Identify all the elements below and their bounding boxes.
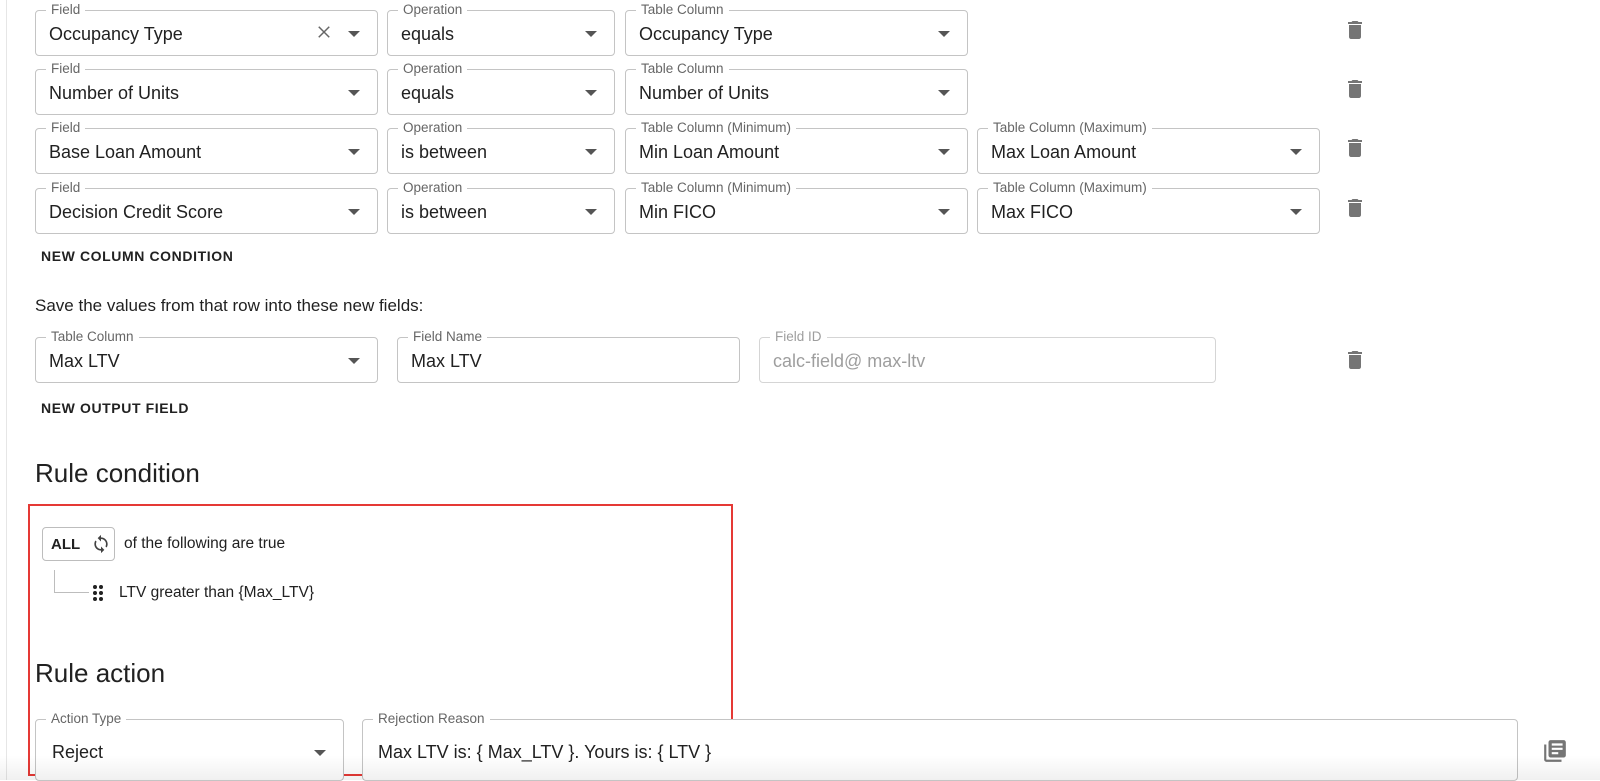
condition-4-field-select[interactable]: Field Decision Credit Score xyxy=(35,180,378,234)
column-max-value: Max FICO xyxy=(991,202,1074,222)
condition-item[interactable]: LTV greater than {Max_LTV} xyxy=(119,584,314,602)
chevron-down-icon[interactable] xyxy=(938,90,950,96)
operation-value: equals xyxy=(401,24,455,44)
operation-value: is between xyxy=(401,202,488,222)
condition-1-operation-select[interactable]: Operation equals xyxy=(387,2,615,56)
column-value: Number of Units xyxy=(639,83,770,103)
operation-label: Operation xyxy=(398,180,468,196)
chevron-down-icon[interactable] xyxy=(938,209,950,215)
chevron-down-icon[interactable] xyxy=(1290,209,1302,215)
operation-label: Operation xyxy=(398,120,468,136)
condition-3-column-max-select[interactable]: Table Column (Maximum) Max Loan Amount xyxy=(977,120,1320,174)
output-column-select[interactable]: Table Column Max LTV xyxy=(35,329,378,383)
column-value: Occupancy Type xyxy=(639,24,773,44)
column-max-label: Table Column (Maximum) xyxy=(988,120,1152,136)
condition-2-operation-select[interactable]: Operation equals xyxy=(387,61,615,115)
page-left-edge xyxy=(6,0,7,780)
column-min-value: Min Loan Amount xyxy=(639,142,780,162)
condition-4-operation-select[interactable]: Operation is between xyxy=(387,180,615,234)
field-value: Decision Credit Score xyxy=(49,202,224,222)
condition-4-column-min-select[interactable]: Table Column (Minimum) Min FICO xyxy=(625,180,968,234)
condition-4-column-max-select[interactable]: Table Column (Maximum) Max FICO xyxy=(977,180,1320,234)
chevron-down-icon[interactable] xyxy=(938,31,950,37)
field-id-value: calc-field@ max-ltv xyxy=(773,351,926,371)
condition-1-column-select[interactable]: Table Column Occupancy Type xyxy=(625,2,968,56)
condition-2-field-select[interactable]: Field Number of Units xyxy=(35,61,378,115)
output-field-id-input: Field ID calc-field@ max-ltv xyxy=(759,329,1216,383)
column-label: Table Column xyxy=(636,61,729,77)
tree-connector xyxy=(54,570,89,593)
all-toggle-button[interactable]: ALL xyxy=(42,527,115,561)
condition-3-operation-select[interactable]: Operation is between xyxy=(387,120,615,174)
field-name-label: Field Name xyxy=(408,329,488,345)
delete-icon[interactable] xyxy=(1343,136,1367,160)
clear-icon[interactable] xyxy=(315,23,333,41)
condition-3-field-select[interactable]: Field Base Loan Amount xyxy=(35,120,378,174)
chevron-down-icon[interactable] xyxy=(348,31,360,37)
chevron-down-icon[interactable] xyxy=(348,358,360,364)
delete-icon[interactable] xyxy=(1343,196,1367,220)
rejection-reason-label: Rejection Reason xyxy=(373,711,490,727)
sync-icon xyxy=(94,534,108,554)
column-min-label: Table Column (Minimum) xyxy=(636,180,797,196)
field-label: Field xyxy=(46,61,86,77)
chevron-down-icon[interactable] xyxy=(585,209,597,215)
delete-icon[interactable] xyxy=(1343,77,1367,101)
column-min-value: Min FICO xyxy=(639,202,717,222)
save-values-text: Save the values from that row into these… xyxy=(35,296,424,315)
condition-3-column-min-select[interactable]: Table Column (Minimum) Min Loan Amount xyxy=(625,120,968,174)
operation-value: equals xyxy=(401,83,455,103)
column-max-value: Max Loan Amount xyxy=(991,142,1137,162)
field-id-label: Field ID xyxy=(770,329,827,345)
chevron-down-icon[interactable] xyxy=(348,90,360,96)
action-type-label: Action Type xyxy=(46,711,127,727)
chevron-down-icon[interactable] xyxy=(585,90,597,96)
rule-action-title: Rule action xyxy=(35,658,166,688)
chevron-down-icon[interactable] xyxy=(1290,149,1302,155)
chevron-down-icon[interactable] xyxy=(348,209,360,215)
delete-icon[interactable] xyxy=(1343,348,1367,372)
condition-2-column-select[interactable]: Table Column Number of Units xyxy=(625,61,968,115)
field-value: Base Loan Amount xyxy=(49,142,202,162)
field-label: Field xyxy=(46,2,86,18)
field-value: Occupancy Type xyxy=(49,24,183,44)
bottom-shadow xyxy=(0,755,1600,780)
chevron-down-icon[interactable] xyxy=(585,31,597,37)
delete-icon[interactable] xyxy=(1343,18,1367,42)
column-max-label: Table Column (Maximum) xyxy=(988,180,1152,196)
column-label: Table Column xyxy=(46,329,139,345)
chevron-down-icon[interactable] xyxy=(938,149,950,155)
output-field-name-input[interactable]: Field Name Max LTV xyxy=(397,329,740,383)
new-output-field-button[interactable]: NEW OUTPUT FIELD xyxy=(41,400,189,416)
all-toggle-label: ALL xyxy=(51,536,81,553)
chevron-down-icon[interactable] xyxy=(348,149,360,155)
condition-suffix-text: of the following are true xyxy=(124,535,286,552)
column-value: Max LTV xyxy=(49,351,120,371)
operation-label: Operation xyxy=(398,2,468,18)
operation-label: Operation xyxy=(398,61,468,77)
chevron-down-icon[interactable] xyxy=(585,149,597,155)
condition-1-field-select[interactable]: Field Occupancy Type xyxy=(35,2,378,56)
field-name-value: Max LTV xyxy=(411,351,482,371)
drag-handle-icon[interactable] xyxy=(91,584,105,602)
rule-condition-title: Rule condition xyxy=(35,458,200,488)
operation-value: is between xyxy=(401,142,488,162)
field-label: Field xyxy=(46,180,86,196)
column-min-label: Table Column (Minimum) xyxy=(636,120,797,136)
field-value: Number of Units xyxy=(49,83,180,103)
field-label: Field xyxy=(46,120,86,136)
column-label: Table Column xyxy=(636,2,729,18)
new-column-condition-button[interactable]: NEW COLUMN CONDITION xyxy=(41,248,233,264)
